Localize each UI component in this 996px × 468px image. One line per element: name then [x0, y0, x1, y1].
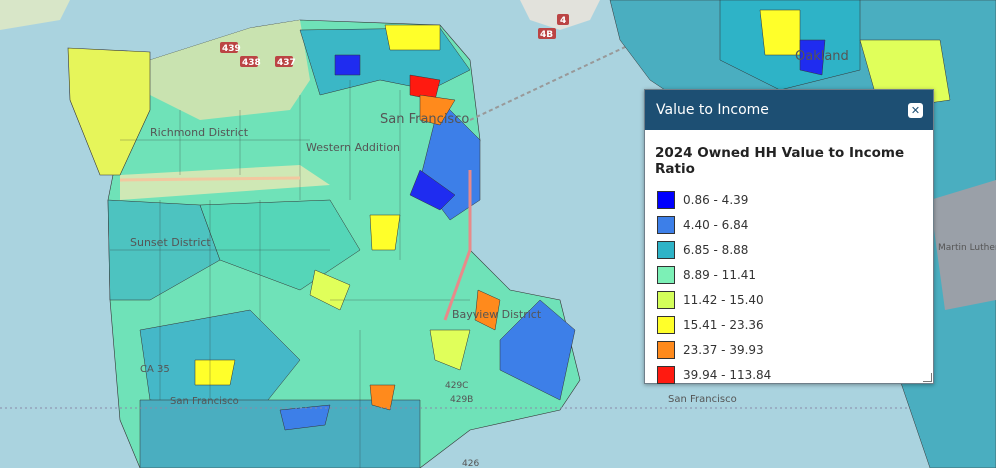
legend-label: 4.40 - 6.84 — [683, 217, 749, 232]
legend-panel-title: Value to Income — [656, 102, 769, 118]
legend-item: 15.41 - 23.36 — [657, 312, 933, 337]
legend-panel: Value to Income ✕ 2024 Owned HH Value to… — [644, 89, 934, 384]
map-label-sunset: Sunset District — [130, 236, 211, 249]
legend-item: 39.94 - 113.84 — [657, 362, 933, 387]
legend-item: 23.37 - 39.93 — [657, 337, 933, 362]
shield-ca35: CA 35 — [140, 364, 170, 375]
tract-mission — [369, 214, 401, 251]
shield-429b: 429B — [450, 395, 473, 405]
legend-swatch — [657, 340, 675, 359]
map-label-sf-bay: San Francisco — [668, 394, 737, 405]
legend-item: 4.40 - 6.84 — [657, 212, 933, 237]
legend-label: 39.94 - 113.84 — [683, 367, 772, 382]
shield-437: 437 — [277, 58, 296, 68]
legend-swatch — [657, 240, 675, 259]
tract-marina — [334, 54, 361, 76]
legend-subtitle: 2024 Owned HH Value to Income Ratio — [655, 145, 905, 177]
legend-label: 11.42 - 15.40 — [683, 292, 764, 307]
tract-lakeshore — [194, 359, 236, 386]
legend-swatch — [657, 365, 675, 384]
legend-item: 8.89 - 11.41 — [657, 262, 933, 287]
legend-swatch — [657, 190, 675, 209]
tract-oakland-yellow — [759, 9, 801, 56]
map-label-oakland: Oakland — [795, 49, 849, 64]
map-label-san-francisco: San Francisco — [380, 112, 469, 127]
legend-label: 8.89 - 11.41 — [683, 267, 757, 282]
map-label-sf-south: San Francisco — [170, 396, 239, 407]
shield-4: 4 — [560, 16, 566, 26]
map-label-mlk-shoreline: Martin Luther King Jr Regional Shoreline — [938, 243, 996, 253]
legend-label: 23.37 - 39.93 — [683, 342, 764, 357]
map-label-bayview: Bayview District — [452, 308, 542, 321]
legend-label: 0.86 - 4.39 — [683, 192, 749, 207]
map-label-western-addition: Western Addition — [306, 141, 400, 154]
close-icon[interactable]: ✕ — [908, 102, 923, 118]
legend-item: 0.86 - 4.39 — [657, 187, 933, 212]
legend-item: 6.85 - 8.88 — [657, 237, 933, 262]
legend-item: 11.42 - 15.40 — [657, 287, 933, 312]
legend-swatch — [657, 215, 675, 234]
shield-439: 439 — [222, 44, 241, 54]
legend-list: 0.86 - 4.39 4.40 - 6.84 6.85 - 8.88 8.89 - … — [645, 187, 933, 387]
legend-swatch — [657, 290, 675, 309]
fell-street — [119, 176, 301, 182]
map-label-richmond: Richmond District — [150, 126, 249, 139]
shield-438: 438 — [242, 58, 261, 68]
shield-4b: 4B — [540, 30, 553, 40]
legend-swatch — [657, 315, 675, 334]
legend-label: 6.85 - 8.88 — [683, 242, 749, 257]
legend-panel-header: Value to Income ✕ — [645, 90, 933, 130]
legend-swatch — [657, 265, 675, 284]
shield-426: 426 — [462, 459, 479, 468]
resize-grip[interactable] — [923, 373, 932, 382]
legend-label: 15.41 - 23.36 — [683, 317, 764, 332]
tract-telegraph — [384, 24, 441, 51]
shield-429c: 429C — [445, 381, 468, 391]
